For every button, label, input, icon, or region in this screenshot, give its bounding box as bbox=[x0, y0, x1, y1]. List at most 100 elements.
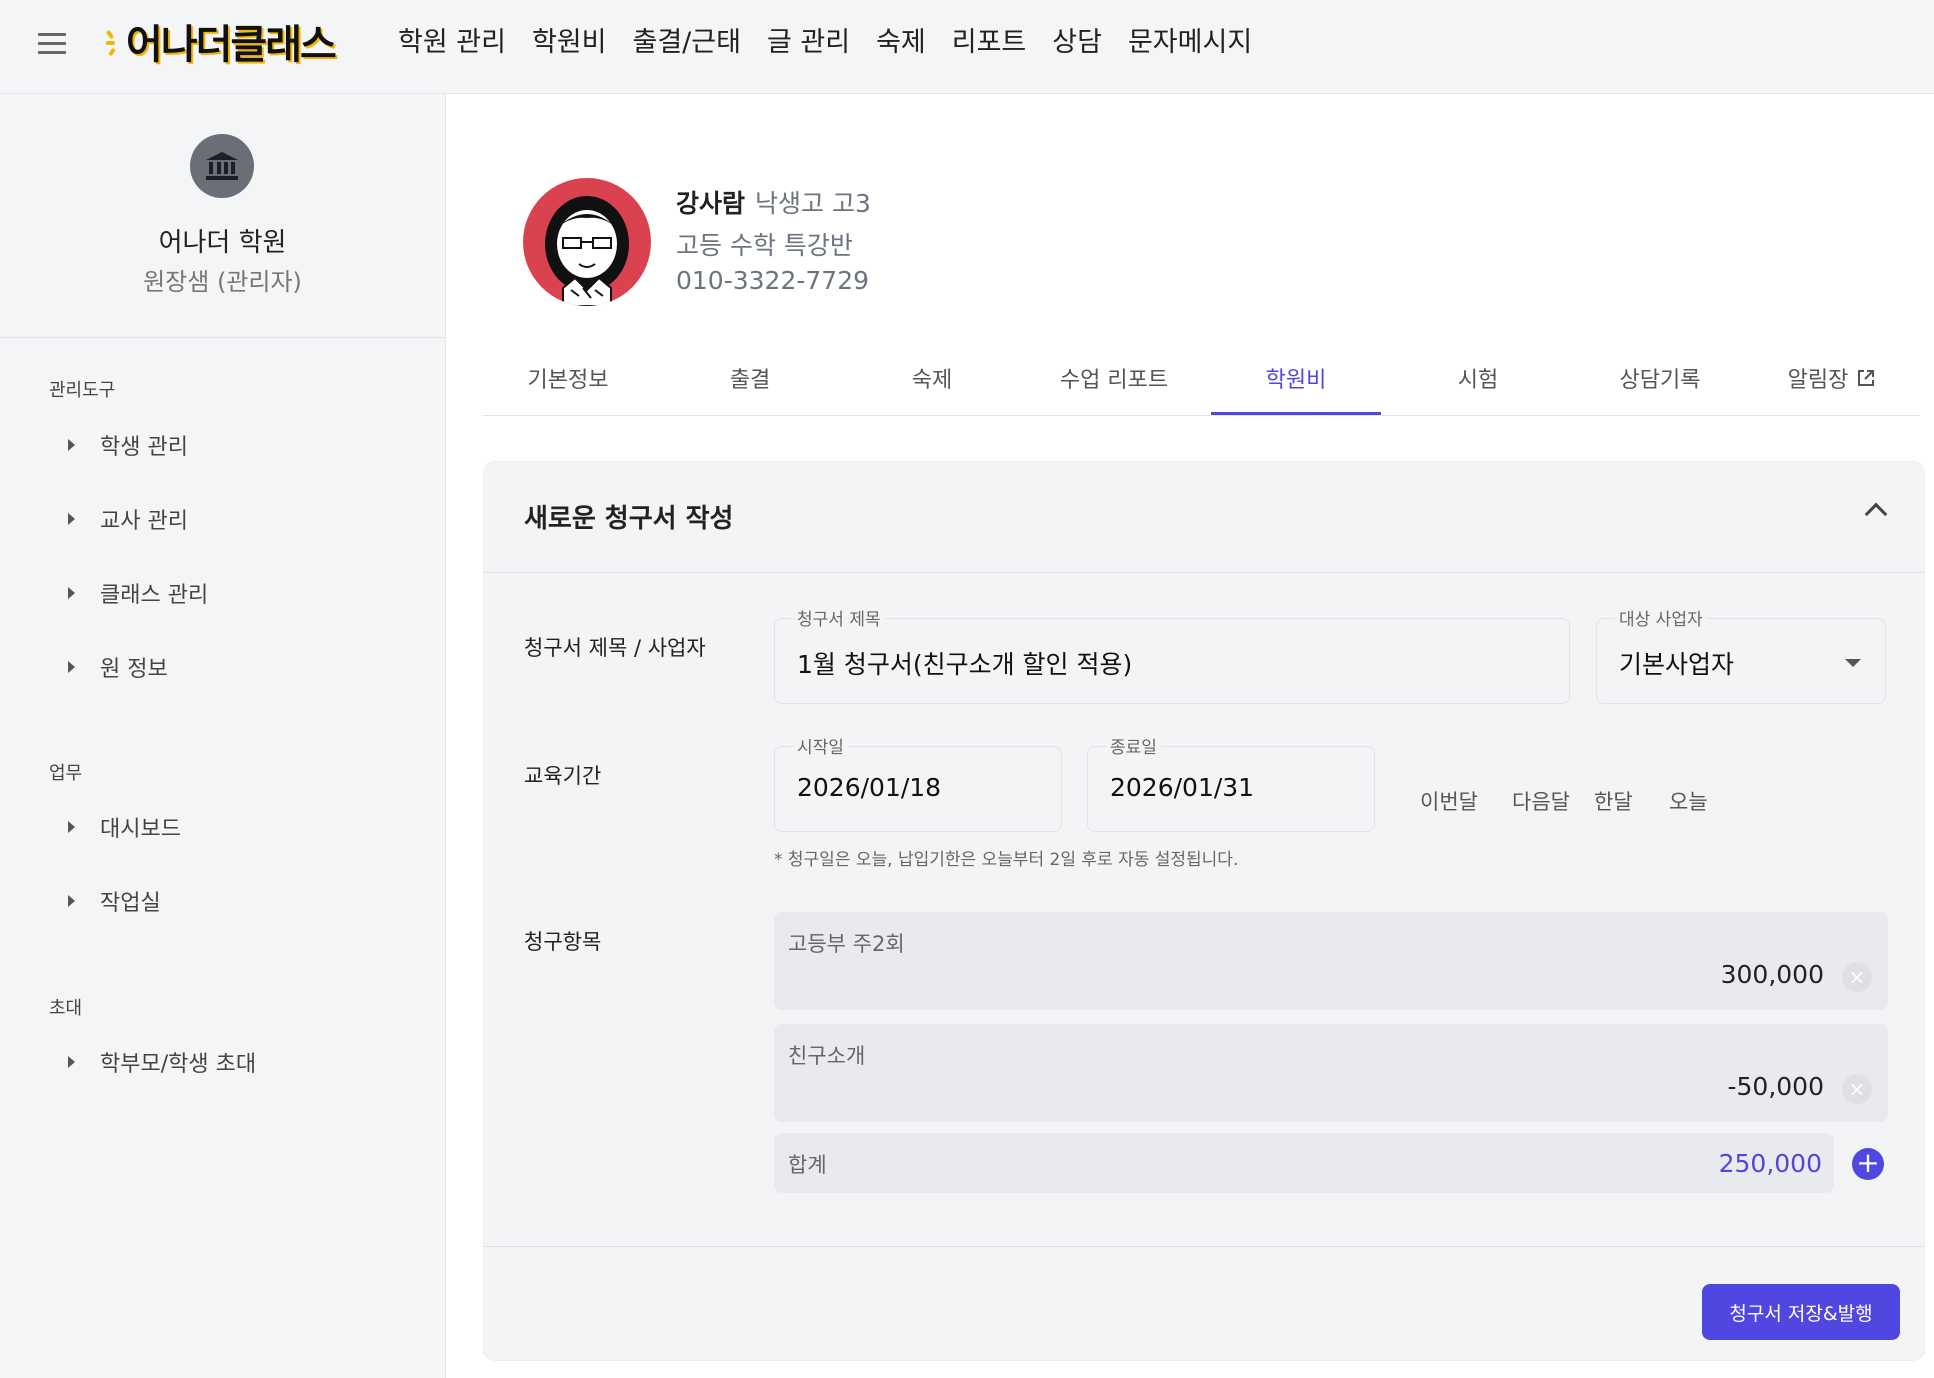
sidebar: 어나더 학원 원장샘 (관리자) 관리도구 학생 관리 교사 관리 클래스 관리… bbox=[0, 94, 446, 1378]
tab-basic-info[interactable]: 기본정보 bbox=[483, 362, 653, 394]
invoice-title-field[interactable]: 청구서 제목 1월 청구서(친구소개 할인 적용) bbox=[774, 605, 1570, 704]
quick-one-month[interactable]: 한달 bbox=[1594, 786, 1633, 816]
total-label: 합계 bbox=[788, 1153, 827, 1177]
invoice-title-value: 1월 청구서(친구소개 할인 적용) bbox=[797, 650, 1133, 679]
sidebar-item-label: 교사 관리 bbox=[100, 509, 188, 534]
tab-counsel-log[interactable]: 상담기록 bbox=[1575, 362, 1745, 394]
quick-today[interactable]: 오늘 bbox=[1669, 786, 1708, 816]
logo-spark-icon bbox=[105, 26, 124, 57]
item-label: 고등부 주2회 bbox=[788, 932, 905, 956]
business-select[interactable]: 대상 사업자 기본사업자 bbox=[1596, 605, 1886, 704]
list-item[interactable]: 친구소개 -50,000 × bbox=[774, 1024, 1888, 1122]
sidebar-item-classes[interactable]: 클래스 관리 bbox=[68, 577, 208, 609]
total-amount: 250,000 bbox=[1718, 1149, 1822, 1178]
item-amount: 300,000 bbox=[1720, 960, 1824, 989]
external-link-icon bbox=[1858, 370, 1875, 386]
tab-notice-label: 알림장 bbox=[1787, 368, 1849, 393]
top-nav: 학원 관리 학원비 출결/근태 글 관리 숙제 리포트 상담 문자메시지 bbox=[398, 22, 1278, 64]
business-value: 기본사업자 bbox=[1619, 650, 1735, 679]
start-date-value: 2026/01/18 bbox=[797, 773, 942, 802]
student-school: 낙생고 고3 bbox=[755, 189, 871, 218]
org-name: 어나더 학원 bbox=[158, 228, 287, 258]
sidebar-item-label: 학생 관리 bbox=[100, 435, 188, 460]
invoice-card: 새로운 청구서 작성 청구서 제목 / 사업자 청구서 제목 1월 청구서(친구… bbox=[483, 461, 1925, 1361]
save-issue-button[interactable]: 청구서 저장&발행 bbox=[1702, 1284, 1900, 1340]
sidebar-item-students[interactable]: 학생 관리 bbox=[68, 429, 188, 461]
tab-homework[interactable]: 숙제 bbox=[847, 362, 1017, 394]
start-date-field[interactable]: 시작일 2026/01/18 bbox=[774, 733, 1062, 832]
sidebar-item-label: 클래스 관리 bbox=[100, 583, 209, 608]
top-bar: 어나더클래스 학원 관리 학원비 출결/근태 글 관리 숙제 리포트 상담 문자… bbox=[0, 0, 1934, 94]
remove-item-icon[interactable]: × bbox=[1842, 962, 1872, 992]
items-label: 청구항목 bbox=[524, 930, 602, 954]
chevron-up-icon[interactable] bbox=[1864, 502, 1888, 526]
list-item[interactable]: 고등부 주2회 300,000 × bbox=[774, 912, 1888, 1010]
main-content: 강사람 낙생고 고3 고등 수학 특강반 010-3322-7729 기본정보 … bbox=[446, 94, 1934, 1378]
student-phone: 010-3322-7729 bbox=[676, 266, 870, 295]
business-legend: 대상 사업자 bbox=[1615, 605, 1707, 630]
tab-exam[interactable]: 시험 bbox=[1393, 362, 1563, 394]
nav-sms[interactable]: 문자메시지 bbox=[1128, 22, 1252, 64]
tab-notice[interactable]: 알림장 bbox=[1747, 362, 1917, 394]
caret-right-icon bbox=[68, 439, 75, 451]
quick-this-month[interactable]: 이번달 bbox=[1420, 786, 1478, 816]
tab-tuition[interactable]: 학원비 bbox=[1211, 362, 1381, 394]
caret-right-icon bbox=[68, 821, 75, 833]
sidebar-item-label: 학부모/학생 초대 bbox=[100, 1052, 257, 1077]
sidebar-item-teachers[interactable]: 교사 관리 bbox=[68, 503, 188, 535]
total-row: 합계 250,000 bbox=[774, 1133, 1834, 1193]
nav-counsel[interactable]: 상담 bbox=[1052, 22, 1102, 64]
org-profile: 어나더 학원 원장샘 (관리자) bbox=[0, 94, 445, 338]
divider bbox=[484, 572, 1924, 573]
caret-right-icon bbox=[68, 661, 75, 673]
logo-text: 어나더클래스 bbox=[126, 22, 337, 68]
sidebar-item-label: 원 정보 bbox=[100, 657, 168, 682]
chevron-down-icon bbox=[1845, 659, 1861, 667]
sidebar-item-label: 작업실 bbox=[100, 891, 161, 916]
quick-next-month[interactable]: 다음달 bbox=[1512, 786, 1570, 816]
student-tabs: 기본정보 출결 숙제 수업 리포트 학원비 시험 상담기록 알림장 bbox=[483, 352, 1920, 416]
hamburger-menu-icon[interactable] bbox=[38, 33, 66, 55]
section-tools: 관리도구 bbox=[49, 380, 116, 401]
tab-class-report[interactable]: 수업 리포트 bbox=[1029, 362, 1199, 394]
tab-attendance[interactable]: 출결 bbox=[665, 362, 835, 394]
sidebar-item-academy-info[interactable]: 원 정보 bbox=[68, 651, 168, 683]
nav-homework[interactable]: 숙제 bbox=[876, 22, 926, 64]
active-tab-indicator bbox=[1211, 412, 1381, 415]
item-label: 친구소개 bbox=[788, 1044, 866, 1068]
student-class: 고등 수학 특강반 bbox=[676, 231, 853, 260]
sidebar-item-label: 대시보드 bbox=[100, 817, 181, 842]
nav-report[interactable]: 리포트 bbox=[952, 22, 1027, 64]
end-date-field[interactable]: 종료일 2026/01/31 bbox=[1087, 733, 1375, 832]
logo[interactable]: 어나더클래스 bbox=[105, 16, 337, 68]
caret-right-icon bbox=[68, 513, 75, 525]
student-avatar bbox=[523, 178, 651, 306]
student-name: 강사람 bbox=[676, 189, 746, 218]
sidebar-item-dashboard[interactable]: 대시보드 bbox=[68, 811, 181, 843]
nav-academy-management[interactable]: 학원 관리 bbox=[398, 22, 506, 64]
add-item-icon[interactable]: + bbox=[1852, 1148, 1884, 1180]
caret-right-icon bbox=[68, 1056, 75, 1068]
nav-tuition[interactable]: 학원비 bbox=[532, 22, 607, 64]
section-invite: 초대 bbox=[49, 998, 83, 1019]
section-work: 업무 bbox=[49, 763, 83, 784]
start-date-legend: 시작일 bbox=[793, 733, 848, 758]
org-role: 원장샘 (관리자) bbox=[143, 268, 302, 296]
item-amount: -50,000 bbox=[1727, 1072, 1825, 1101]
end-date-legend: 종료일 bbox=[1106, 733, 1161, 758]
period-label: 교육기간 bbox=[524, 764, 602, 788]
title-row-label: 청구서 제목 / 사업자 bbox=[524, 636, 706, 660]
nav-attendance[interactable]: 출결/근태 bbox=[632, 22, 740, 64]
card-title: 새로운 청구서 작성 bbox=[524, 504, 734, 534]
divider bbox=[484, 1246, 1924, 1247]
nav-posts[interactable]: 글 관리 bbox=[767, 22, 850, 64]
caret-right-icon bbox=[68, 895, 75, 907]
invoice-title-legend: 청구서 제목 bbox=[793, 605, 885, 630]
billing-note: * 청구일은 오늘, 납입기한은 오늘부터 2일 후로 자동 설정됩니다. bbox=[774, 850, 1239, 870]
sidebar-item-workroom[interactable]: 작업실 bbox=[68, 885, 161, 917]
sidebar-item-invite[interactable]: 학부모/학생 초대 bbox=[68, 1046, 256, 1078]
institution-icon bbox=[190, 134, 254, 198]
remove-item-icon[interactable]: × bbox=[1842, 1074, 1872, 1104]
caret-right-icon bbox=[68, 587, 75, 599]
end-date-value: 2026/01/31 bbox=[1110, 773, 1255, 802]
